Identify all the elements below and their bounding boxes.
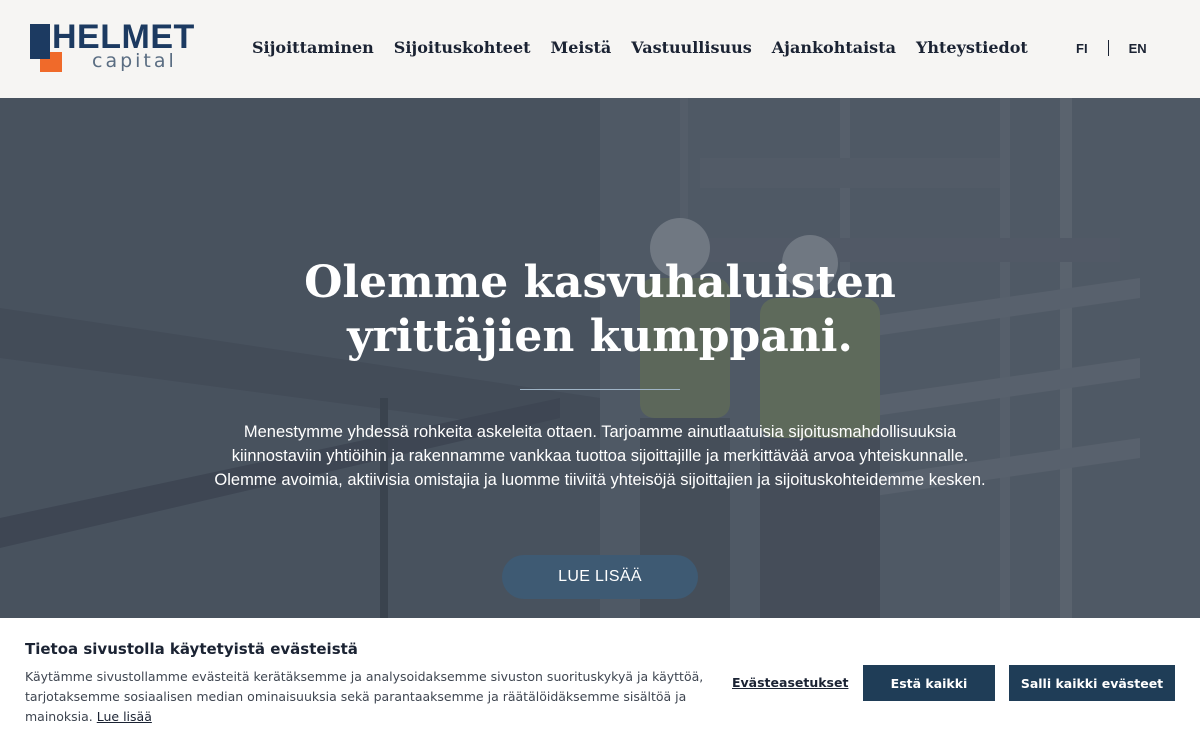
- hero-section: Olemme kasvuhaluisten yrittäjien kumppan…: [0, 98, 1200, 618]
- cookie-banner-text: Käytämme sivustollamme evästeitä kerätäk…: [25, 667, 705, 727]
- logo-navy-square: [30, 24, 50, 59]
- lang-fi[interactable]: FI: [1076, 41, 1088, 56]
- nav-item-vastuullisuus[interactable]: Vastuullisuus: [631, 36, 752, 60]
- cookie-settings-link[interactable]: Evästeasetukset: [732, 675, 848, 690]
- hero-divider: [520, 389, 680, 390]
- allow-all-cookies-button[interactable]: Salli kaikki evästeet: [1009, 665, 1175, 701]
- lang-en[interactable]: EN: [1129, 41, 1147, 56]
- cookie-read-more-link[interactable]: Lue lisää: [97, 709, 152, 724]
- hero-description: Menestymme yhdessä rohkeita askeleita ot…: [214, 423, 986, 489]
- language-switcher: FI EN: [1076, 40, 1147, 56]
- helmet-capital-logo[interactable]: HELMET capital: [30, 18, 200, 74]
- nav-item-sijoittaminen[interactable]: Sijoittaminen: [252, 36, 374, 60]
- lang-divider: [1107, 40, 1109, 56]
- main-nav: Sijoittaminen Sijoituskohteet Meistä Vas…: [252, 36, 1028, 60]
- cookie-banner: Tietoa sivustolla käytetyistä evästeistä…: [0, 618, 1200, 750]
- hero-title: Olemme kasvuhaluisten yrittäjien kumppan…: [304, 257, 896, 362]
- cookie-banner-title: Tietoa sivustolla käytetyistä evästeistä: [25, 640, 358, 658]
- logo-wordmark: HELMET: [52, 18, 195, 56]
- site-header: HELMET capital Sijoittaminen Sijoituskoh…: [0, 0, 1200, 98]
- deny-all-cookies-button[interactable]: Estä kaikki: [863, 665, 995, 701]
- read-more-button[interactable]: LUE LISÄÄ: [502, 555, 698, 599]
- nav-item-ajankohtaista[interactable]: Ajankohtaista: [772, 36, 896, 60]
- nav-item-yhteystiedot[interactable]: Yhteystiedot: [916, 36, 1028, 60]
- logo-subtitle: capital: [92, 50, 177, 72]
- nav-item-meista[interactable]: Meistä: [551, 36, 612, 60]
- nav-item-sijoituskohteet[interactable]: Sijoituskohteet: [394, 36, 531, 60]
